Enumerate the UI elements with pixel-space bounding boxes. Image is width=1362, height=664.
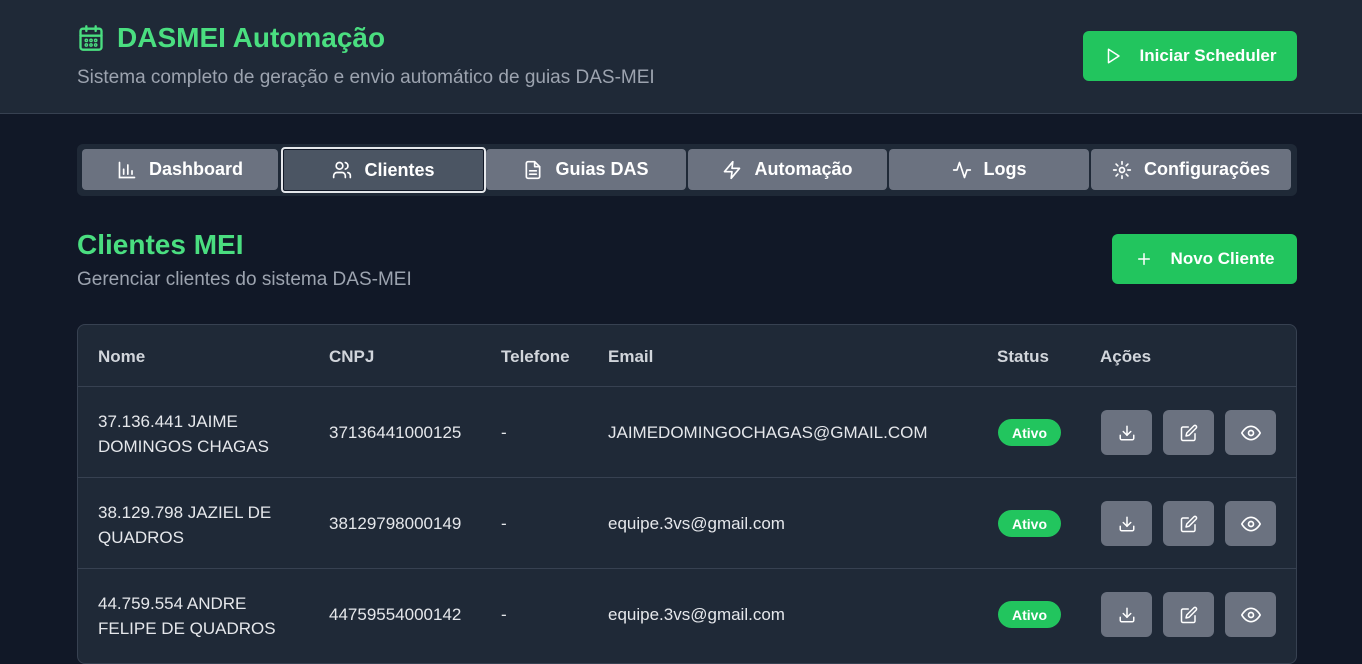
client-email: equipe.3vs@gmail.com <box>608 514 785 533</box>
status-badge: Ativo <box>998 601 1061 628</box>
client-cnpj: 37136441000125 <box>329 423 462 442</box>
new-client-label: Novo Cliente <box>1170 249 1275 268</box>
column-header-status[interactable]: Status <box>997 347 1049 367</box>
download-icon <box>1119 516 1134 531</box>
download-icon <box>1119 607 1134 622</box>
play-icon <box>1107 48 1120 64</box>
status-badge: Ativo <box>998 419 1061 446</box>
calendar-icon <box>77 24 105 52</box>
client-name: 37.136.441 JAIME DOMINGOS CHAGAS <box>98 409 298 459</box>
tab-label: Dashboard <box>148 159 244 179</box>
client-phone: - <box>501 514 507 533</box>
tab-logs[interactable]: Logs <box>889 149 1089 190</box>
tab-label: Logs <box>983 159 1027 179</box>
view-button[interactable] <box>1225 410 1276 455</box>
column-header-nome[interactable]: Nome <box>98 347 145 367</box>
tab-guias-das[interactable]: Guias DAS <box>486 149 686 190</box>
clients-table: Nome CNPJ Telefone Email Status Ações 37… <box>77 324 1297 664</box>
app-title: DASMEI Automação <box>77 22 385 54</box>
client-name-line: 44.759.554 ANDRE <box>98 594 247 613</box>
plus-icon <box>1137 253 1150 265</box>
activity-icon <box>952 161 971 178</box>
section-title: Clientes MEI <box>77 229 244 260</box>
client-cnpj: 38129798000149 <box>329 514 462 533</box>
client-name-line: DOMINGOS CHAGAS <box>98 437 269 456</box>
edit-icon <box>1180 606 1197 623</box>
client-name: 38.129.798 JAZIEL DE QUADROS <box>98 500 298 550</box>
client-cnpj: 44759554000142 <box>329 605 462 624</box>
tab-label: Automação <box>754 159 853 179</box>
edit-icon <box>1180 424 1197 441</box>
tab-clientes[interactable]: Clientes <box>281 147 486 193</box>
client-email: equipe.3vs@gmail.com <box>608 605 785 624</box>
zap-icon <box>724 160 741 179</box>
app-subtitle: Sistema completo de geração e envio auto… <box>77 67 655 88</box>
tab-label: Guias DAS <box>555 159 649 179</box>
edit-button[interactable] <box>1163 501 1214 546</box>
tab-dashboard[interactable]: Dashboard <box>82 149 278 190</box>
status-badge: Ativo <box>998 510 1061 537</box>
client-name-line: 38.129.798 JAZIEL DE <box>98 503 272 522</box>
tab-bar: Dashboard Clientes Guias DAS Automação L… <box>77 144 1297 196</box>
new-client-button[interactable]: Novo Cliente <box>1112 234 1297 284</box>
download-button[interactable] <box>1101 410 1152 455</box>
download-button[interactable] <box>1101 592 1152 637</box>
download-icon <box>1119 425 1134 440</box>
client-name-line: 37.136.441 JAIME <box>98 412 238 431</box>
app-header: DASMEI Automação Sistema completo de ger… <box>0 0 1362 114</box>
download-button[interactable] <box>1101 501 1152 546</box>
view-button[interactable] <box>1225 592 1276 637</box>
users-icon <box>333 161 352 179</box>
column-header-telefone[interactable]: Telefone <box>501 347 570 367</box>
column-header-acoes: Ações <box>1100 347 1152 366</box>
edit-button[interactable] <box>1163 592 1214 637</box>
table-row[interactable]: 38.129.798 JAZIEL DE QUADROS 38129798000… <box>78 477 1296 568</box>
bar-chart-icon <box>118 161 136 178</box>
eye-icon <box>1240 424 1261 441</box>
section-subtitle: Gerenciar clientes do sistema DAS-MEI <box>77 269 412 290</box>
table-row[interactable]: 37.136.441 JAIME DOMINGOS CHAGAS 3713644… <box>78 386 1296 477</box>
app-title-text: DASMEI Automação <box>117 22 386 53</box>
column-header-email[interactable]: Email <box>608 347 653 367</box>
file-text-icon <box>525 160 541 179</box>
start-scheduler-button[interactable]: Iniciar Scheduler <box>1083 31 1297 81</box>
client-phone: - <box>501 423 507 442</box>
column-header-cnpj[interactable]: CNPJ <box>329 347 374 367</box>
tab-label: Configurações <box>1143 159 1271 179</box>
eye-icon <box>1240 515 1261 532</box>
start-scheduler-label: Iniciar Scheduler <box>1139 46 1277 65</box>
tab-label: Clientes <box>364 159 435 180</box>
tab-automacao[interactable]: Automação <box>688 149 887 190</box>
client-name-line: FELIPE DE QUADROS <box>98 619 276 638</box>
client-phone: - <box>501 605 507 624</box>
client-name: 44.759.554 ANDRE FELIPE DE QUADROS <box>98 591 298 641</box>
client-email: JAIMEDOMINGOCHAGAS@GMAIL.COM <box>608 423 928 442</box>
eye-icon <box>1240 606 1261 623</box>
table-row[interactable]: 44.759.554 ANDRE FELIPE DE QUADROS 44759… <box>78 568 1296 659</box>
edit-icon <box>1180 515 1197 532</box>
client-name-line: QUADROS <box>98 528 184 547</box>
settings-icon <box>1112 160 1132 179</box>
edit-button[interactable] <box>1163 410 1214 455</box>
tab-configuracoes[interactable]: Configurações <box>1091 149 1291 190</box>
view-button[interactable] <box>1225 501 1276 546</box>
